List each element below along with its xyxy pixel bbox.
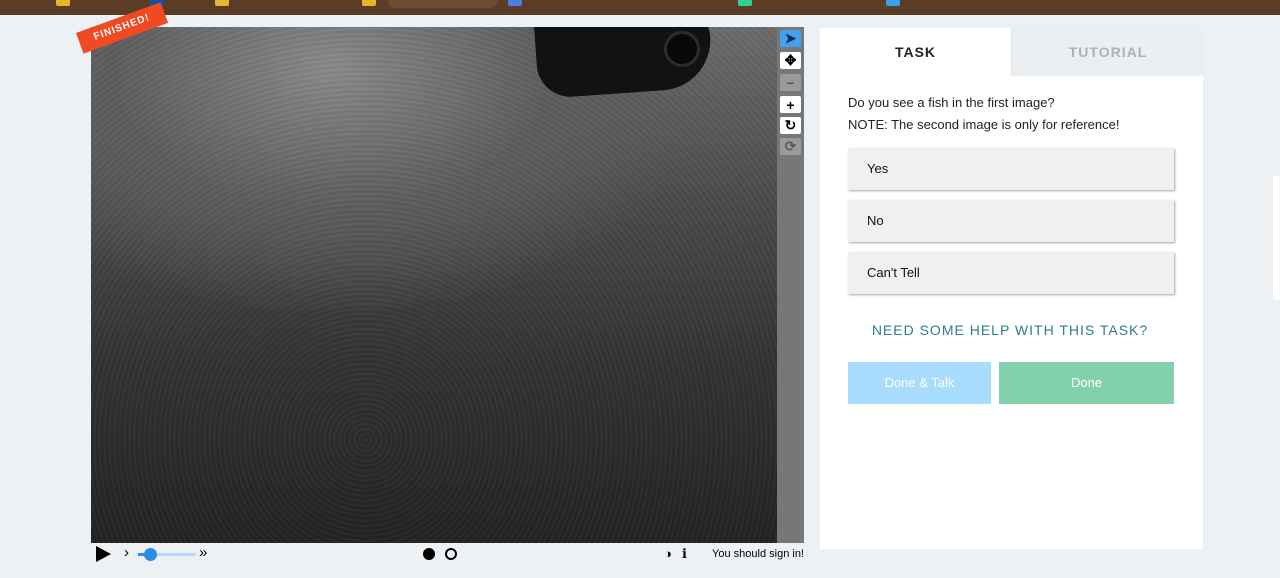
reset-icon: ⟳ [784,138,797,154]
info-icon[interactable]: ℹ [682,546,687,562]
question-note: NOTE: The second image is only for refer… [848,117,1120,132]
bookmark-icon[interactable] [738,0,752,6]
bookmark-icon[interactable] [508,0,522,6]
bookmark-folder-icon[interactable] [56,0,70,6]
answer-cant-tell-button[interactable]: Can't Tell [848,252,1174,294]
rotate-button[interactable]: ↻ [780,117,801,134]
seafloor-texture [91,27,777,543]
step-forward-icon[interactable]: › [124,544,129,561]
bookmark-search-pill[interactable] [388,0,498,8]
subject-image[interactable] [91,27,777,543]
viewer-toolbar: ➤ ✥ − + ↻ ⟳ [777,27,804,543]
right-edge-panel [1273,176,1280,300]
task-panel: TASK TUTORIAL Do you see a fish in the f… [820,28,1204,549]
done-button[interactable]: Done [999,362,1174,404]
question-text: Do you see a fish in the first image? [848,95,1055,110]
pointer-tool-button[interactable]: ➤ [780,30,801,47]
fast-forward-icon[interactable]: » [199,544,207,561]
help-link[interactable]: NEED SOME HELP WITH THIS TASK? [820,322,1200,338]
rotate-icon: ↻ [784,117,797,133]
reset-view-button[interactable]: ⟳ [780,138,801,155]
bookmark-folder-icon[interactable] [215,0,229,6]
tab-tutorial[interactable]: TUTORIAL [1011,28,1204,76]
frame-dot-2[interactable] [445,548,457,560]
frame-controls: › » ◑ ℹ You should sign in! [91,543,804,565]
speed-slider[interactable] [138,548,196,561]
sign-in-prompt[interactable]: You should sign in! [712,548,804,560]
done-and-talk-button[interactable]: Done & Talk [848,362,991,404]
play-icon[interactable] [96,546,111,562]
bookmark-icon[interactable] [886,0,900,6]
pointer-icon: ➤ [784,30,797,46]
zoom-in-button[interactable]: + [780,96,801,113]
speed-slider-handle[interactable] [144,548,157,561]
task-question: Do you see a fish in the first image? NO… [848,92,1188,136]
browser-bookmarks-bar [0,0,1280,15]
answer-yes-button[interactable]: Yes [848,148,1174,190]
zoom-in-icon: + [786,96,795,113]
zoom-out-button[interactable]: − [780,74,801,91]
invert-colors-icon[interactable]: ◑ [664,546,672,561]
tab-task[interactable]: TASK [820,28,1011,76]
move-tool-button[interactable]: ✥ [780,52,801,69]
move-icon: ✥ [784,52,797,68]
answer-no-button[interactable]: No [848,200,1174,242]
bookmark-folder-icon[interactable] [362,0,376,6]
zoom-out-icon: − [786,74,795,91]
camera-lens [662,29,702,69]
frame-dot-1[interactable] [423,548,435,560]
